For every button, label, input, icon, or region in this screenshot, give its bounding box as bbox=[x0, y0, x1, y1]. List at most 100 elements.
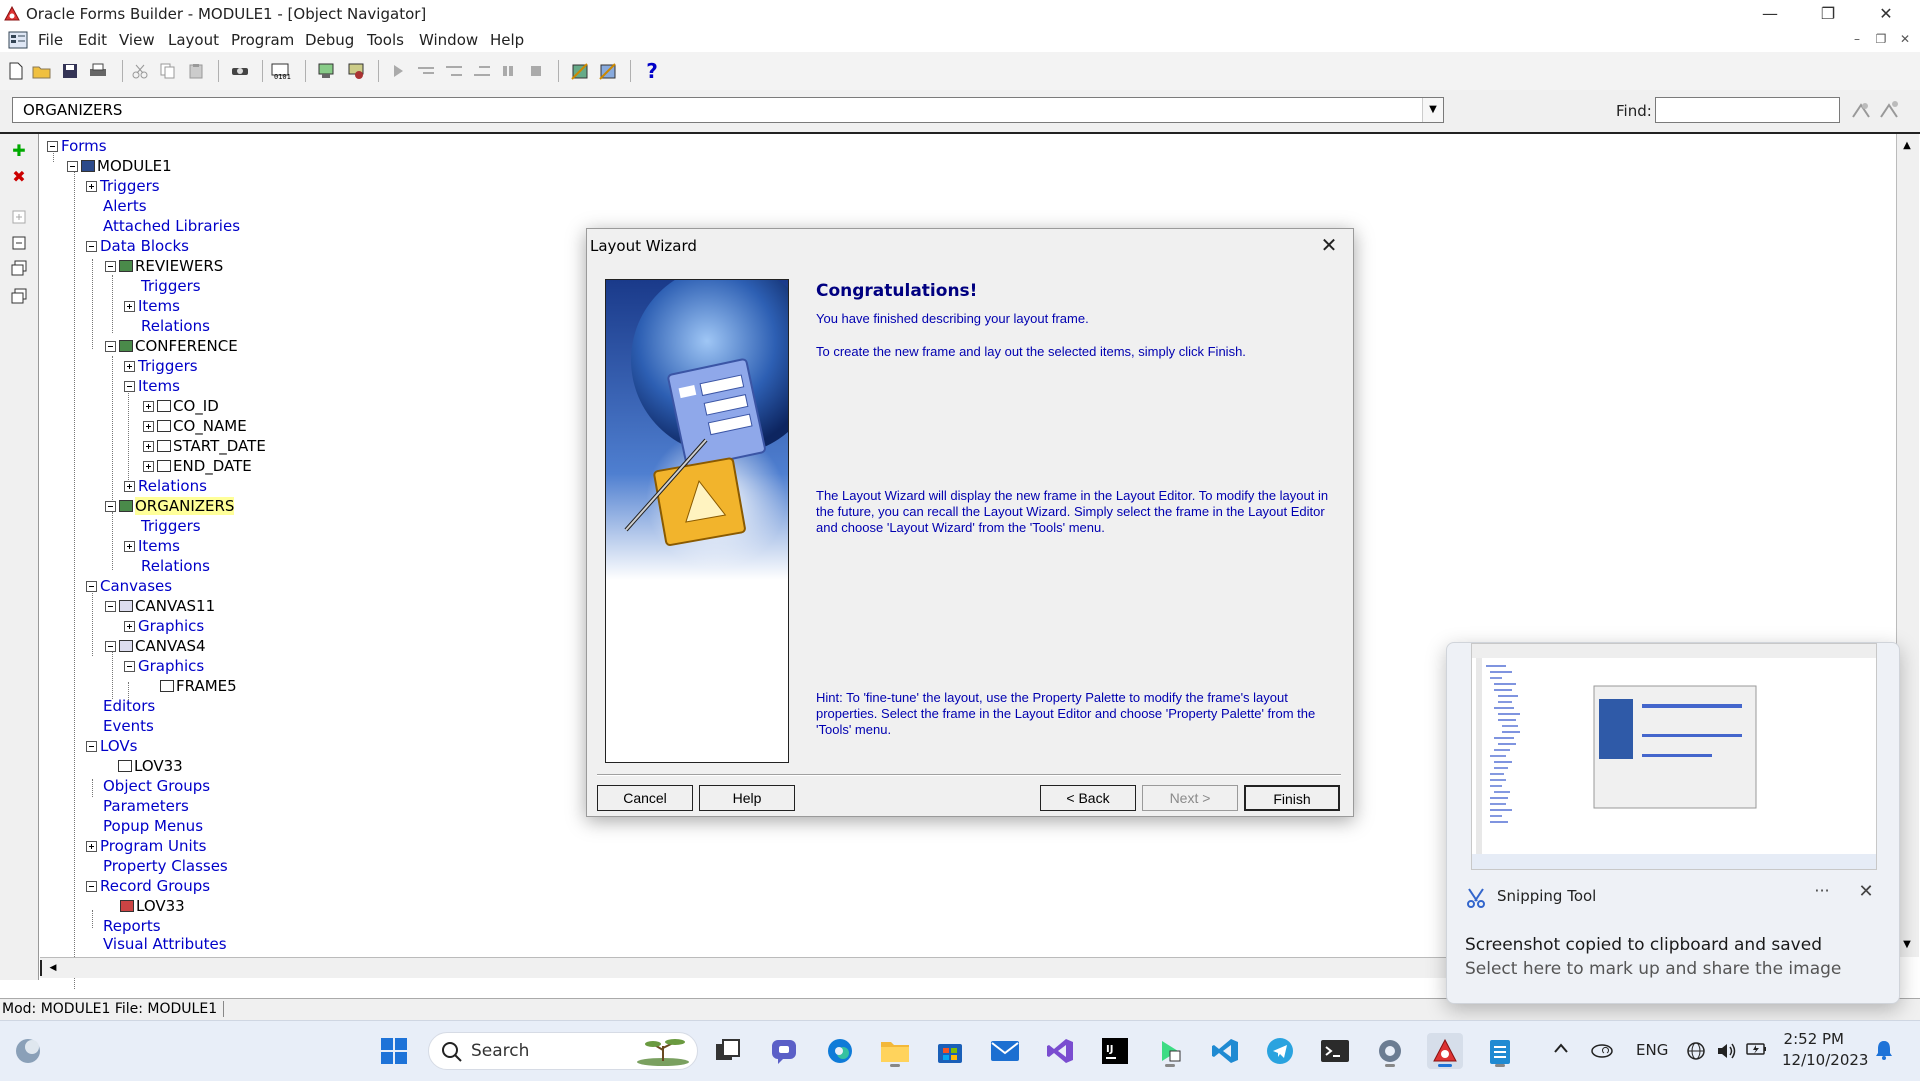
expand-toggle[interactable] bbox=[143, 420, 154, 432]
tree-node-lov33[interactable]: LOV33 bbox=[118, 756, 183, 776]
clock-time[interactable]: 2:52 PM bbox=[1782, 1030, 1844, 1048]
create-icon[interactable]: ✚ bbox=[8, 140, 30, 162]
menu-layout[interactable]: Layout bbox=[168, 31, 219, 49]
step-out-icon[interactable] bbox=[470, 60, 494, 82]
scroll-left-icon[interactable]: ◀ bbox=[40, 960, 64, 976]
collapse-toggle[interactable] bbox=[86, 580, 97, 592]
notepad-icon[interactable] bbox=[1482, 1033, 1518, 1069]
restore-button[interactable]: ❐ bbox=[1808, 2, 1848, 26]
chevron-up-icon[interactable] bbox=[1553, 1041, 1569, 1059]
find-next-icon[interactable] bbox=[1878, 100, 1900, 124]
tree-node-organizers[interactable]: ORGANIZERS bbox=[105, 496, 235, 516]
oracle-forms-taskbar-icon[interactable] bbox=[1427, 1033, 1463, 1069]
back-button[interactable]: < Back bbox=[1040, 785, 1136, 811]
tree-node-parameters[interactable]: Parameters bbox=[103, 796, 189, 816]
tree-node-relations[interactable]: Relations bbox=[141, 316, 210, 336]
tree-node-visual-attributes[interactable]: Visual Attributes bbox=[103, 934, 227, 954]
menu-program[interactable]: Program bbox=[231, 31, 294, 49]
screenshot-thumbnail[interactable] bbox=[1471, 643, 1877, 870]
tree-node-forms[interactable]: Forms bbox=[47, 136, 107, 156]
tree-node-items[interactable]: Items bbox=[124, 536, 180, 556]
tree-node-reports[interactable]: Reports bbox=[103, 916, 161, 936]
collapse-toggle[interactable] bbox=[105, 260, 116, 272]
collapse-toggle[interactable] bbox=[47, 140, 58, 152]
help-icon[interactable]: ? bbox=[640, 59, 664, 83]
expand-toggle[interactable] bbox=[124, 620, 135, 632]
tree-node-editors[interactable]: Editors bbox=[103, 696, 155, 716]
tree-node-relations[interactable]: Relations bbox=[141, 556, 210, 576]
object-combo[interactable]: ORGANIZERS ▼ bbox=[12, 97, 1444, 123]
tree-node-frame5[interactable]: FRAME5 bbox=[160, 676, 237, 696]
settings-gear-icon[interactable] bbox=[1372, 1033, 1408, 1069]
onedrive-sync-icon[interactable] bbox=[1590, 1041, 1614, 1063]
expand-toggle[interactable] bbox=[86, 180, 97, 192]
expand-toggle[interactable] bbox=[124, 480, 135, 492]
tree-node-triggers[interactable]: Triggers bbox=[86, 176, 160, 196]
paste-icon[interactable] bbox=[184, 60, 208, 82]
tree-node-item[interactable]: CO_NAME bbox=[143, 416, 247, 436]
new-icon[interactable] bbox=[4, 60, 28, 82]
mail-icon[interactable] bbox=[987, 1033, 1023, 1069]
expand-all-icon[interactable] bbox=[8, 260, 30, 282]
telegram-icon[interactable] bbox=[1262, 1033, 1298, 1069]
tree-node-program-units[interactable]: Program Units bbox=[86, 836, 206, 856]
navigator-icon[interactable] bbox=[8, 31, 28, 49]
collapse-toggle[interactable] bbox=[124, 660, 135, 672]
collapse-toggle[interactable] bbox=[105, 340, 116, 352]
close-button[interactable]: ✕ bbox=[1866, 2, 1906, 26]
open-icon[interactable] bbox=[30, 60, 54, 82]
clock-date[interactable]: 12/10/2023 bbox=[1782, 1051, 1868, 1069]
teams-chat-icon[interactable] bbox=[766, 1033, 802, 1069]
terminal-icon[interactable] bbox=[1317, 1033, 1353, 1069]
collapse-toggle[interactable] bbox=[105, 500, 116, 512]
tree-node-events[interactable]: Events bbox=[103, 716, 154, 736]
tree-node-items[interactable]: Items bbox=[124, 376, 180, 396]
taskbar-search[interactable]: Search bbox=[428, 1032, 698, 1070]
tree-node-relations[interactable]: Relations bbox=[124, 476, 207, 496]
go-icon[interactable] bbox=[386, 60, 410, 82]
menu-debug[interactable]: Debug bbox=[305, 31, 354, 49]
tree-node-object-groups[interactable]: Object Groups bbox=[103, 776, 210, 796]
start-icon[interactable] bbox=[376, 1033, 412, 1069]
jetbrains-icon[interactable]: IJ bbox=[1097, 1033, 1133, 1069]
connect-icon[interactable] bbox=[228, 60, 252, 82]
pause-icon[interactable] bbox=[496, 60, 520, 82]
tree-node-item[interactable]: START_DATE bbox=[143, 436, 266, 456]
file-explorer-icon[interactable] bbox=[877, 1033, 913, 1069]
tree-node-graphics[interactable]: Graphics bbox=[124, 656, 204, 676]
task-view-icon[interactable] bbox=[710, 1033, 746, 1069]
network-globe-icon[interactable] bbox=[1686, 1041, 1706, 1065]
tree-node-item[interactable]: END_DATE bbox=[143, 456, 252, 476]
find-input[interactable] bbox=[1655, 97, 1840, 123]
save-icon[interactable] bbox=[58, 60, 82, 82]
tree-node-record-groups[interactable]: Record Groups bbox=[86, 876, 210, 896]
tree-node-items[interactable]: Items bbox=[124, 296, 180, 316]
cut-icon[interactable] bbox=[128, 60, 152, 82]
step-into-icon[interactable] bbox=[414, 60, 438, 82]
scroll-up-icon[interactable]: ▲ bbox=[1897, 136, 1917, 156]
step-over-icon[interactable] bbox=[442, 60, 466, 82]
visual-studio-icon[interactable] bbox=[1042, 1033, 1078, 1069]
tree-node-attached-libraries[interactable]: Attached Libraries bbox=[103, 216, 240, 236]
edge-icon[interactable] bbox=[822, 1033, 858, 1069]
debug-form-icon[interactable] bbox=[344, 60, 368, 82]
stop-icon[interactable] bbox=[524, 60, 548, 82]
menu-window[interactable]: Window bbox=[419, 31, 478, 49]
expand-toggle[interactable] bbox=[124, 300, 135, 312]
menu-file[interactable]: File bbox=[38, 31, 63, 49]
help-button[interactable]: Help bbox=[699, 785, 795, 811]
microsoft-store-icon[interactable] bbox=[932, 1033, 968, 1069]
collapse-toggle[interactable] bbox=[86, 880, 97, 892]
tree-node-triggers[interactable]: Triggers bbox=[141, 276, 201, 296]
menu-edit[interactable]: Edit bbox=[78, 31, 107, 49]
menu-view[interactable]: View bbox=[119, 31, 155, 49]
copy-icon[interactable] bbox=[156, 60, 180, 82]
expand-toggle[interactable] bbox=[143, 460, 154, 472]
next-button[interactable]: Next > bbox=[1142, 785, 1238, 811]
notification-bell-icon[interactable] bbox=[1874, 1039, 1894, 1065]
menu-help[interactable]: Help bbox=[490, 31, 524, 49]
collapse-toggle[interactable] bbox=[86, 240, 97, 252]
tree-node-lov33-record-group[interactable]: LOV33 bbox=[120, 896, 185, 916]
tree-node-module1[interactable]: MODULE1 bbox=[67, 156, 172, 176]
expand-toggle[interactable] bbox=[86, 840, 97, 852]
